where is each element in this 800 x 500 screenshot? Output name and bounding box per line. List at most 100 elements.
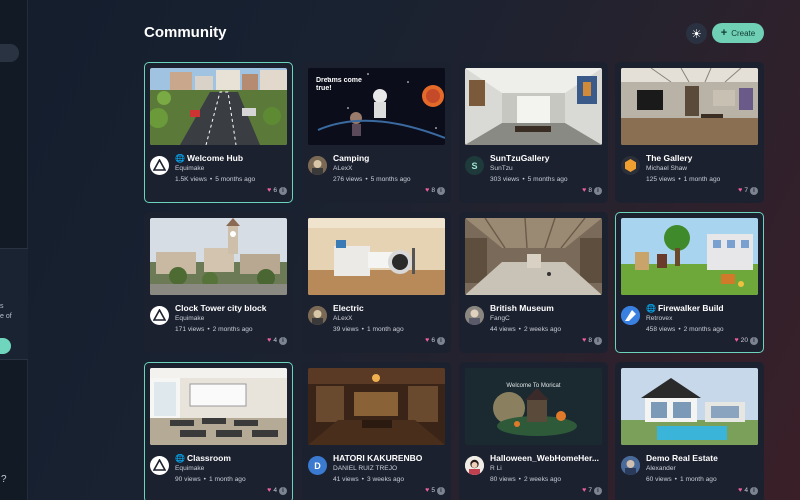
world-title[interactable]: The Gallery — [646, 153, 760, 163]
world-card[interactable]: 🌐 Classroom Equimake 90 views • 1 month ago… — [144, 362, 293, 500]
world-title[interactable]: Clock Tower city block — [175, 303, 289, 313]
info-icon[interactable]: i — [594, 187, 602, 195]
world-title[interactable]: HATORI KAKURENBO — [333, 453, 447, 463]
author-avatar[interactable]: D — [308, 456, 327, 475]
info-icon[interactable]: i — [279, 487, 287, 495]
world-card[interactable]: The Gallery Michael Shaw 125 views • 1 mon… — [615, 62, 764, 203]
theme-toggle-button[interactable]: ☀ — [686, 23, 707, 44]
like-button[interactable]: ♥ 20 — [735, 337, 749, 344]
author-avatar[interactable]: S — [465, 156, 484, 175]
info-icon[interactable]: i — [750, 187, 758, 195]
world-thumbnail[interactable] — [465, 68, 602, 145]
author-name[interactable]: R Li — [490, 465, 502, 472]
author-avatar[interactable] — [621, 306, 640, 325]
heart-icon: ♥ — [582, 487, 587, 494]
info-icon[interactable]: i — [750, 337, 758, 345]
world-thumbnail[interactable] — [465, 218, 602, 295]
sidebar-active-item[interactable] — [0, 44, 19, 62]
author-name[interactable]: FangC — [490, 315, 510, 322]
author-name[interactable]: ALexX — [333, 315, 352, 322]
info-icon[interactable]: i — [437, 337, 445, 345]
info-icon[interactable]: i — [594, 337, 602, 345]
heart-icon: ♥ — [267, 187, 272, 194]
world-title[interactable]: 🌐 Welcome Hub — [175, 153, 289, 163]
author-name[interactable]: ALexX — [333, 165, 352, 172]
world-stats: 90 views • 1 month ago — [175, 476, 246, 483]
info-icon[interactable]: i — [279, 187, 287, 195]
world-card[interactable]: Welcome To Moricat Halloween_WebHomeHer.… — [459, 362, 608, 500]
world-card[interactable]: 🌐 Welcome Hub Equimake 1.5K views • 5 month… — [144, 62, 293, 203]
like-button[interactable]: ♥ 4 — [267, 487, 277, 494]
author-avatar[interactable] — [150, 306, 169, 325]
author-avatar[interactable] — [465, 306, 484, 325]
world-title[interactable]: Demo Real Estate — [646, 453, 760, 463]
world-title[interactable]: 🌐 Firewalker Build — [646, 303, 760, 313]
author-name[interactable]: Alexander — [646, 465, 676, 472]
world-card[interactable]: 🌐 Firewalker Build Retrovex 458 views • 2 m… — [615, 212, 764, 353]
world-title[interactable]: Camping — [333, 153, 447, 163]
author-avatar[interactable] — [621, 456, 640, 475]
help-icon[interactable]: ? — [1, 474, 7, 485]
world-thumbnail[interactable] — [621, 218, 758, 295]
author-name[interactable]: DANIEL RUIZ TREJO — [333, 465, 397, 472]
world-thumbnail[interactable]: Welcome To Moricat — [465, 368, 602, 445]
world-thumbnail[interactable] — [308, 218, 445, 295]
world-stats: 1.5K views • 5 months ago — [175, 176, 256, 183]
world-stats: 276 views • 5 months ago — [333, 176, 411, 183]
heart-icon: ♥ — [738, 487, 743, 494]
heart-icon: ♥ — [425, 487, 430, 494]
like-button[interactable]: ♥ 6 — [425, 337, 435, 344]
world-card[interactable]: D HATORI KAKURENBO DANIEL RUIZ TREJO 41 … — [302, 362, 451, 500]
like-button[interactable]: ♥ 5 — [425, 487, 435, 494]
author-name[interactable]: Equimake — [175, 315, 204, 322]
world-card[interactable]: Demo Real Estate Alexander 60 views • 1 mo… — [615, 362, 764, 500]
world-card[interactable]: Electric ALexX 39 views • 1 month ago ♥ 6 i — [302, 212, 451, 353]
world-thumbnail[interactable]: Dreams come true! — [308, 68, 445, 145]
world-title[interactable]: Halloween_WebHomeHer... — [490, 453, 604, 463]
info-icon[interactable]: i — [437, 187, 445, 195]
world-card[interactable]: Clock Tower city block Equimake 171 view… — [144, 212, 293, 353]
author-avatar[interactable] — [621, 156, 640, 175]
create-button[interactable]: + Create — [712, 23, 764, 43]
author-name[interactable]: SunTzu — [490, 165, 513, 172]
like-button[interactable]: ♥ 6 — [267, 187, 277, 194]
world-thumbnail[interactable] — [150, 368, 287, 445]
like-button[interactable]: ♥ 8 — [582, 337, 592, 344]
thumbnail-caption: Welcome To Moricat — [506, 383, 561, 389]
world-card[interactable]: British Museum FangC 44 views • 2 weeks ag… — [459, 212, 608, 353]
author-name[interactable]: Equimake — [175, 465, 204, 472]
like-button[interactable]: ♥ 4 — [738, 487, 748, 494]
info-icon[interactable]: i — [279, 337, 287, 345]
author-avatar[interactable] — [308, 306, 327, 325]
author-avatar[interactable] — [308, 156, 327, 175]
author-name[interactable]: Retrovex — [646, 315, 672, 322]
like-button[interactable]: ♥ 4 — [267, 337, 277, 344]
info-icon[interactable]: i — [750, 487, 758, 495]
world-title[interactable]: British Museum — [490, 303, 604, 313]
world-thumbnail[interactable] — [150, 68, 287, 145]
author-avatar[interactable] — [465, 456, 484, 475]
world-thumbnail[interactable] — [308, 368, 445, 445]
author-avatar[interactable] — [150, 156, 169, 175]
world-title[interactable]: 🌐 Classroom — [175, 453, 289, 463]
like-button[interactable]: ♥ 8 — [425, 187, 435, 194]
author-name[interactable]: Michael Shaw — [646, 165, 687, 172]
author-name[interactable]: Equimake — [175, 165, 204, 172]
like-button[interactable]: ♥ 8 — [582, 187, 592, 194]
world-stats: 125 views • 1 month ago — [646, 176, 721, 183]
world-title[interactable]: Electric — [333, 303, 447, 313]
sidebar-text-fragment: e of — [0, 313, 12, 320]
info-icon[interactable]: i — [594, 487, 602, 495]
world-card[interactable]: S SunTzuGallery SunTzu 303 views • 5 month… — [459, 62, 608, 203]
like-button[interactable]: ♥ 7 — [738, 187, 748, 194]
like-button[interactable]: ♥ 7 — [582, 487, 592, 494]
info-icon[interactable]: i — [437, 487, 445, 495]
world-thumbnail[interactable] — [150, 218, 287, 295]
heart-icon: ♥ — [425, 187, 430, 194]
world-title[interactable]: SunTzuGallery — [490, 153, 604, 163]
world-card[interactable]: Dreams come true! Camping ALexX 276 view… — [302, 62, 451, 203]
world-thumbnail[interactable] — [621, 68, 758, 145]
world-thumbnail[interactable] — [621, 368, 758, 445]
globe-icon: 🌐 — [646, 304, 656, 313]
author-avatar[interactable] — [150, 456, 169, 475]
